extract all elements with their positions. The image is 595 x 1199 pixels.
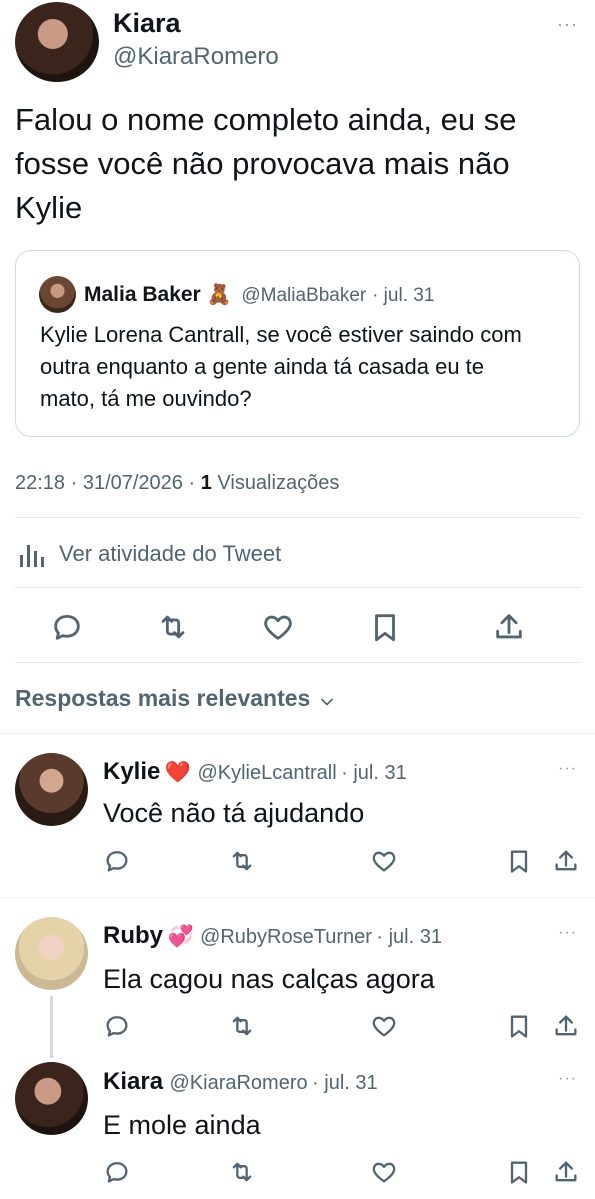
more-options-icon[interactable]: ··· <box>557 14 578 35</box>
reply-more-icon[interactable]: ··· <box>558 760 577 778</box>
replies-header: Respostas mais relevantes <box>15 685 311 711</box>
quoted-avatar <box>39 276 76 313</box>
reply-avatar[interactable] <box>15 753 88 826</box>
reply-author-handle[interactable]: @KiaraRomero <box>170 1072 308 1094</box>
reply-icon[interactable] <box>103 1158 131 1186</box>
reply-author-name[interactable]: Ruby <box>103 922 163 949</box>
bookmark-icon[interactable] <box>505 1012 533 1040</box>
author-name[interactable]: Kiara <box>113 8 181 39</box>
bookmark-icon[interactable] <box>505 847 533 875</box>
main-action-bar <box>0 605 595 649</box>
share-icon[interactable] <box>492 610 526 644</box>
bookmark-icon[interactable] <box>505 1158 533 1186</box>
reply-author-name[interactable]: Kylie <box>103 758 160 785</box>
views-count: 1 <box>200 472 212 494</box>
tweet-activity-link[interactable]: Ver atividade do Tweet <box>15 535 575 571</box>
reply-action-bar <box>0 1158 595 1186</box>
heart-emoji: ❤️ <box>164 761 191 784</box>
author-avatar[interactable] <box>15 2 99 82</box>
reply-author-handle[interactable]: @KylieLcantrall <box>197 762 336 784</box>
reply-author-handle[interactable]: @RubyRoseTurner <box>200 926 372 948</box>
retweet-icon[interactable] <box>156 610 190 644</box>
reply-text: Ela cagou nas calças agora <box>103 964 435 994</box>
reply-text: Você não tá ajudando <box>103 798 365 828</box>
teddy-bear-emoji: 🧸 <box>206 284 232 306</box>
reply-icon[interactable] <box>103 1012 131 1040</box>
reply-date[interactable]: · jul. 31 <box>376 926 442 948</box>
reply-item[interactable]: Ruby 💞 @RubyRoseTurner · jul. 31 ··· Ela… <box>0 898 595 1058</box>
share-icon[interactable] <box>552 847 580 875</box>
reply-item[interactable]: Kylie ❤️ @KylieLcantrall · jul. 31 ··· V… <box>0 734 595 896</box>
reply-text: E mole ainda <box>103 1110 261 1140</box>
share-icon[interactable] <box>552 1158 580 1186</box>
replies-sort-dropdown[interactable]: Respostas mais relevantes <box>15 685 337 712</box>
reply-date[interactable]: · jul. 31 <box>312 1072 378 1094</box>
retweet-icon[interactable] <box>228 1012 256 1040</box>
bookmark-icon[interactable] <box>368 610 402 644</box>
reply-avatar[interactable] <box>15 917 88 990</box>
reply-action-bar <box>0 847 595 875</box>
quoted-author-handle: @MaliaBbaker <box>241 285 367 306</box>
quoted-text: Kylie Lorena Cantrall, se você estiver s… <box>40 322 522 411</box>
reply-avatar[interactable] <box>15 1062 88 1135</box>
activity-label: Ver atividade do Tweet <box>59 541 282 566</box>
reply-icon[interactable] <box>50 610 84 644</box>
quoted-author-name: Malia Baker <box>84 283 201 306</box>
like-icon[interactable] <box>370 847 398 875</box>
reply-date[interactable]: · jul. 31 <box>341 762 407 784</box>
tweet-timestamp[interactable]: 22:18 · 31/07/2026 · <box>15 472 195 494</box>
analytics-icon <box>20 545 44 567</box>
reply-icon[interactable] <box>103 847 131 875</box>
share-icon[interactable] <box>552 1012 580 1040</box>
reply-item[interactable]: Kiara @KiaraRomero · jul. 31 ··· E mole … <box>0 1048 595 1199</box>
chevron-down-icon <box>320 698 333 706</box>
quoted-tweet[interactable]: Malia Baker 🧸 @MaliaBbaker · jul. 31 Kyl… <box>15 250 580 437</box>
reply-action-bar <box>0 1012 595 1040</box>
like-icon[interactable] <box>370 1012 398 1040</box>
reply-more-icon[interactable]: ··· <box>558 924 577 942</box>
tweet-text: Falou o nome completo ainda, eu se fosse… <box>15 102 517 225</box>
reply-more-icon[interactable]: ··· <box>558 1070 577 1088</box>
retweet-icon[interactable] <box>228 1158 256 1186</box>
author-handle[interactable]: @KiaraRomero <box>113 43 279 71</box>
views-label: Visualizações <box>217 472 340 494</box>
like-icon[interactable] <box>370 1158 398 1186</box>
quoted-date: · jul. 31 <box>372 285 435 306</box>
two-hearts-emoji: 💞 <box>167 925 194 948</box>
retweet-icon[interactable] <box>228 847 256 875</box>
reply-author-name[interactable]: Kiara <box>103 1068 163 1095</box>
like-icon[interactable] <box>261 610 295 644</box>
